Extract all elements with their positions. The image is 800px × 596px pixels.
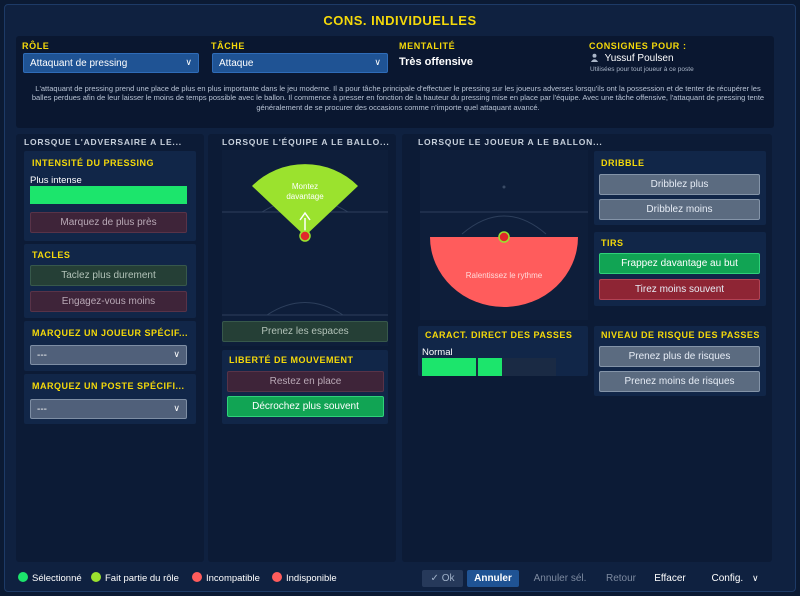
marquez-joueur-value: --- <box>37 350 47 361</box>
legend-unavailable-label: Indisponible <box>286 573 337 584</box>
decrochez-plus-souvent-button[interactable]: Décrochez plus souvent <box>227 396 384 417</box>
restez-en-place-button[interactable]: Restez en place <box>227 371 384 392</box>
tache-label: TÂCHE <box>211 41 245 51</box>
chevron-down-icon: ∨ <box>185 57 192 67</box>
role-description: L'attaquant de pressing prend une place … <box>31 84 765 112</box>
dribblez-plus-button[interactable]: Dribblez plus <box>599 174 760 195</box>
passes-title: CARACT. DIRECT DES PASSES <box>425 330 573 340</box>
legend-in-role-label: Fait partie du rôle <box>105 573 179 584</box>
player-position-marker[interactable] <box>299 230 311 242</box>
risque-title: NIVEAU DE RISQUE DES PASSES <box>601 330 760 340</box>
config-button[interactable]: Config. ∨ <box>704 570 766 587</box>
ok-label: Ok <box>441 573 455 584</box>
role-label: RÔLE <box>22 41 50 51</box>
red-dot-icon <box>192 572 202 582</box>
prenez-les-espaces-button[interactable]: Prenez les espaces <box>222 321 388 342</box>
mentalite-label: MENTALITÉ <box>399 41 456 51</box>
marquez-poste-title: MARQUEZ UN POSTE SPÉCIFI... <box>32 381 185 391</box>
dribble-title: DRIBBLE <box>601 158 645 168</box>
prenez-moins-risques-button[interactable]: Prenez moins de risques <box>599 371 760 392</box>
marquez-joueur-select[interactable]: --- ∨ <box>30 345 187 365</box>
green-dot-icon <box>18 572 28 582</box>
consignes-label: CONSIGNES POUR : <box>589 41 687 51</box>
chevron-down-icon: ∨ <box>751 573 759 583</box>
column-header-opponent: LORSQUE L'ADVERSAIRE A LE... <box>24 137 182 147</box>
red-dot-icon <box>272 572 282 582</box>
chevron-down-icon: ∨ <box>173 349 180 359</box>
liberte-title: LIBERTÉ DE MOUVEMENT <box>229 355 354 365</box>
marquez-plus-pres-button[interactable]: Marquez de plus près <box>30 212 187 233</box>
dribblez-moins-button[interactable]: Dribblez moins <box>599 199 760 220</box>
pressing-bar[interactable] <box>30 186 187 204</box>
marquez-poste-value: --- <box>37 404 47 415</box>
passes-level-label: Normal <box>422 347 453 358</box>
pressing-level-label: Plus intense <box>30 175 82 186</box>
legend-selected: Sélectionné <box>18 572 82 584</box>
passes-bar-tick <box>476 358 478 376</box>
tempo-pitch[interactable]: Ralentissez le rythme <box>420 150 588 320</box>
role-select-value: Attaquant de pressing <box>30 58 128 69</box>
window-title: CONS. INDIVIDUELLES <box>323 13 477 28</box>
movement-pitch[interactable]: Montez davantage <box>222 150 388 346</box>
config-label: Config. <box>711 573 744 584</box>
lime-dot-icon <box>91 572 101 582</box>
player-row[interactable]: Yussuf Poulsen <box>590 53 674 64</box>
legend-unavailable: Indisponible <box>272 572 337 584</box>
annuler-sel-button[interactable]: Annuler sél. <box>529 570 591 587</box>
prenez-plus-risques-button[interactable]: Prenez plus de risques <box>599 346 760 367</box>
pitch-label-line1: Montez <box>292 182 318 191</box>
pressing-title: INTENSITÉ DU PRESSING <box>32 158 155 168</box>
player-name: Yussuf Poulsen <box>604 53 674 64</box>
role-select[interactable]: Attaquant de pressing ∨ <box>23 53 199 73</box>
column-header-team: LORSQUE L'ÉQUIPE A LE BALLO... <box>222 137 390 147</box>
player-position-marker[interactable] <box>498 231 510 243</box>
chevron-down-icon: ∨ <box>374 57 381 67</box>
player-subtitle: Utilisées pour tout joueur à ce poste <box>590 66 694 73</box>
tempo-label: Ralentissez le rythme <box>466 271 543 280</box>
tirs-title: TIRS <box>601 238 624 248</box>
legend-incompatible: Incompatible <box>192 572 260 584</box>
legend-incompatible-label: Incompatible <box>206 573 260 584</box>
passes-bar-fill <box>422 358 502 376</box>
marquez-joueur-title: MARQUEZ UN JOUEUR SPÉCIF... <box>32 328 189 338</box>
tirez-moins-souvent-button[interactable]: Tirez moins souvent <box>599 279 760 300</box>
marquez-poste-select[interactable]: --- ∨ <box>30 399 187 419</box>
legend-selected-label: Sélectionné <box>32 573 82 584</box>
chevron-down-icon: ∨ <box>173 403 180 413</box>
effacer-button[interactable]: Effacer <box>648 570 692 587</box>
annuler-button[interactable]: Annuler <box>467 570 519 587</box>
person-icon <box>590 53 599 62</box>
tacles-title: TACLES <box>32 250 71 260</box>
legend-in-role: Fait partie du rôle <box>91 572 179 584</box>
column-header-player: LORSQUE LE JOUEUR A LE BALLON... <box>418 137 603 147</box>
taclez-plus-durement-button[interactable]: Taclez plus durement <box>30 265 187 286</box>
ok-button[interactable]: ✓ Ok <box>422 570 463 587</box>
mentalite-value: Très offensive <box>399 56 473 68</box>
retour-button[interactable]: Retour <box>600 570 642 587</box>
check-icon: ✓ <box>430 573 439 584</box>
frappez-davantage-button[interactable]: Frappez davantage au but <box>599 253 760 274</box>
tache-select-value: Attaque <box>219 58 254 69</box>
tache-select[interactable]: Attaque ∨ <box>212 53 388 73</box>
engagez-vous-moins-button[interactable]: Engagez-vous moins <box>30 291 187 312</box>
pitch-label-line2: davantage <box>286 192 324 201</box>
